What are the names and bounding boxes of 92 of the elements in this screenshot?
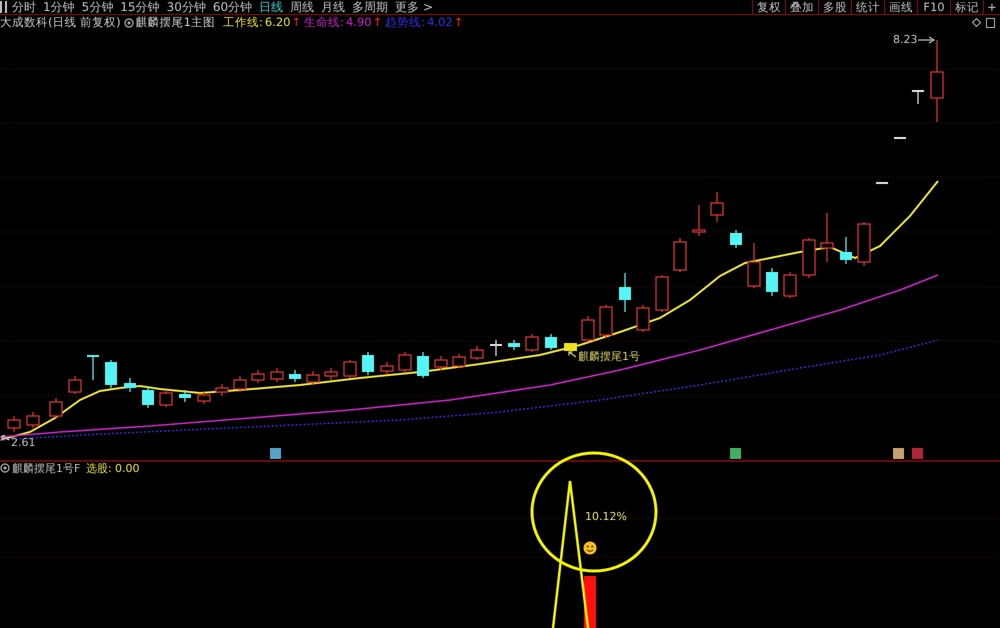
- stock-title: 大成数科(日线 前复权): [0, 15, 121, 30]
- candlestick: [7, 416, 21, 432]
- period-tab[interactable]: 日线: [259, 0, 284, 14]
- settings-icon[interactable]: [0, 463, 10, 473]
- candlestick: [380, 362, 394, 374]
- candlestick: [362, 352, 374, 375]
- period-tab[interactable]: 5分钟: [82, 0, 114, 14]
- candlestick: [912, 90, 924, 104]
- event-marker-icon[interactable]: [893, 448, 904, 459]
- candlestick: [233, 376, 247, 392]
- candlestick: [142, 386, 154, 408]
- candlestick: [857, 222, 871, 266]
- candlestick: [490, 340, 502, 356]
- candlestick: [324, 368, 338, 380]
- candlestick: [820, 213, 834, 262]
- event-marker-icon[interactable]: [912, 448, 923, 459]
- period-tab[interactable]: 周线: [290, 0, 314, 14]
- reading-value: 0.00: [115, 462, 140, 475]
- candlestick: [673, 238, 687, 272]
- indicator-name: 麒麟摆尾1号F: [12, 462, 80, 475]
- period-tab[interactable]: 分时: [12, 0, 36, 14]
- candlestick: [599, 305, 613, 338]
- candlestick: [434, 356, 448, 370]
- candlestick: [655, 275, 669, 312]
- candlestick: [270, 368, 284, 382]
- period-tab[interactable]: 15分钟: [120, 0, 160, 14]
- indicator-name: 麒麟摆尾1主图: [136, 15, 215, 30]
- low-price-label: 2.61: [11, 436, 36, 449]
- pointer-arrow: [1, 434, 10, 441]
- candlestick: [710, 192, 724, 222]
- candlestick: [197, 392, 211, 404]
- candlestick: [619, 273, 631, 312]
- trend-arrow: ↑: [372, 15, 382, 30]
- candlestick: [581, 316, 595, 342]
- candlestick: [417, 352, 429, 378]
- period-tab[interactable]: 多周期: [352, 0, 388, 14]
- candlestick: [747, 243, 761, 288]
- period-tab[interactable]: 更多 >: [395, 0, 433, 14]
- candlestick: [452, 354, 466, 368]
- line-name: 趋势线:: [385, 15, 426, 30]
- candlestick: [124, 378, 136, 392]
- line-name: 生命线:: [304, 15, 344, 30]
- smiley-icon: [584, 542, 596, 554]
- candlestick: [525, 334, 539, 352]
- diamond-icon[interactable]: [972, 18, 981, 27]
- candlestick: [802, 238, 816, 278]
- pointer-arrow: [918, 36, 936, 44]
- event-marker-icon[interactable]: [730, 448, 741, 459]
- period-tab[interactable]: 1分钟: [43, 0, 75, 14]
- candlestick: [26, 412, 40, 428]
- candlestick: [636, 305, 650, 332]
- candlestick: [783, 272, 797, 298]
- period-tab[interactable]: 30分钟: [166, 0, 206, 14]
- settings-icon[interactable]: [124, 18, 134, 28]
- candlestick: [251, 370, 265, 383]
- period-tab[interactable]: 60分钟: [212, 0, 252, 14]
- candlestick: [766, 268, 778, 296]
- gain-percent-label: 10.12%: [585, 510, 627, 523]
- line-value: 6.20: [264, 15, 290, 30]
- candlestick: [159, 390, 173, 407]
- signal-candlestick: [564, 343, 577, 351]
- candlestick: [87, 355, 99, 380]
- candlestick: [470, 346, 484, 360]
- period-tab[interactable]: 月线: [321, 0, 346, 14]
- candlestick: [876, 182, 888, 184]
- candlestick: [49, 398, 63, 418]
- candlestick: [105, 360, 117, 388]
- candlestick: [398, 352, 412, 373]
- candlestick: [840, 237, 852, 264]
- candlestick: [306, 371, 320, 385]
- candlestick: [730, 230, 742, 248]
- candlestick: [692, 205, 706, 236]
- high-price-label: 8.23: [893, 33, 918, 46]
- line-value: 4.90: [346, 15, 372, 30]
- candlestick: [68, 376, 82, 394]
- reading-label: 选股:: [86, 462, 112, 475]
- event-marker-icon[interactable]: [270, 448, 281, 459]
- pointer-arrow: [568, 351, 576, 358]
- candlestick: [179, 390, 191, 402]
- signal-label: 麒麟摆尾1号: [578, 350, 640, 363]
- line-name: 工作线:: [222, 15, 263, 30]
- trend-arrow: ↑: [291, 15, 302, 30]
- candlestick: [545, 334, 557, 350]
- window-icon[interactable]: [986, 18, 995, 28]
- bar-icon[interactable]: [0, 1, 8, 13]
- candlestick: [508, 340, 520, 350]
- trend-arrow: ↑: [454, 15, 464, 30]
- candlestick: [894, 137, 906, 139]
- candlestick: [343, 360, 357, 378]
- candlestick: [215, 384, 229, 396]
- candlestick: [289, 370, 301, 382]
- line-value: 4.02: [427, 15, 453, 30]
